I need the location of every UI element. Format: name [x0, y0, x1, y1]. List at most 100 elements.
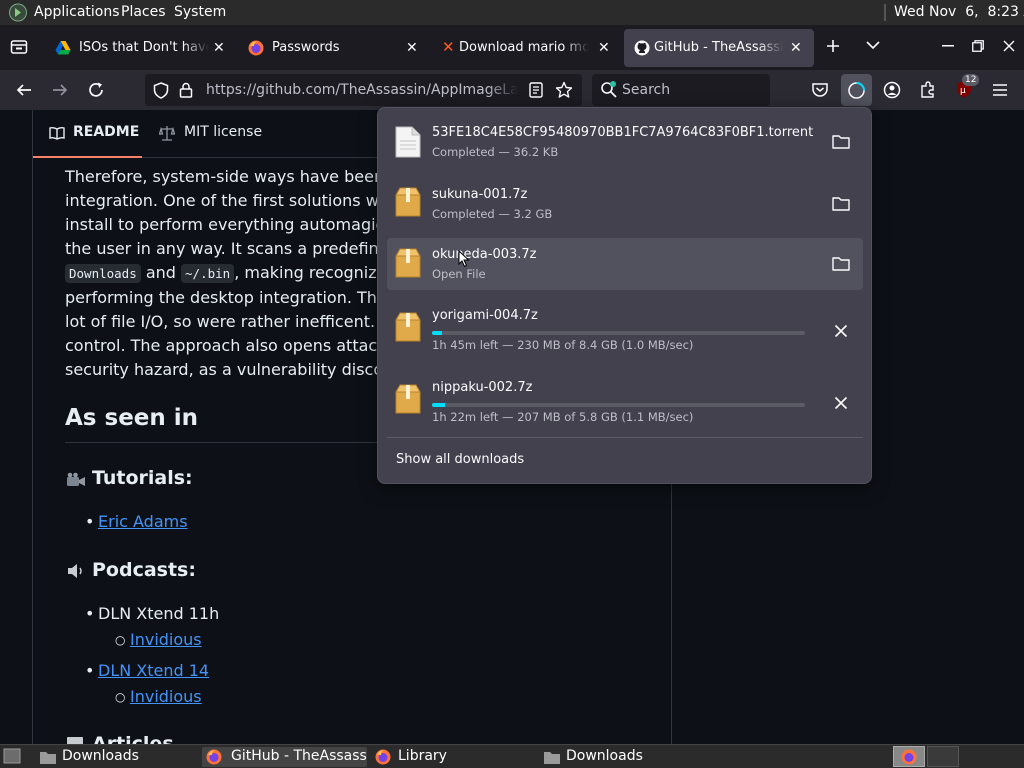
new-tab-icon[interactable]	[825, 38, 841, 54]
tab-download-mario[interactable]: ✕ Download mario movie ✕	[432, 29, 622, 67]
firefox-view-icon[interactable]	[10, 38, 28, 56]
account-icon[interactable]	[883, 81, 901, 99]
workspace-switcher[interactable]	[893, 746, 925, 767]
search-icon	[600, 81, 618, 99]
menu-applications[interactable]: Applications	[34, 4, 120, 20]
download-item[interactable]: okuneda-003.7z Open File	[387, 238, 863, 290]
download-item[interactable]: sukuna-001.7z Completed — 3.2 GB	[387, 178, 863, 230]
forward-icon[interactable]	[51, 81, 69, 99]
close-icon[interactable]: ✕	[790, 40, 802, 56]
sub-list-bullet: ○	[115, 690, 126, 704]
firefox-icon	[901, 749, 917, 765]
download-status: Completed — 36.2 KB	[432, 145, 559, 159]
tab-readme[interactable]: README	[33, 110, 142, 158]
download-status: 1h 22m left — 207 MB of 5.8 GB (1.1 MB/s…	[432, 410, 694, 424]
taskbar-label: GitHub - TheAssassi...	[231, 748, 366, 764]
download-filename: yorigami-004.7z	[432, 308, 538, 323]
hamburger-menu-icon[interactable]	[992, 82, 1008, 98]
folder-icon[interactable]	[829, 130, 853, 154]
mouse-cursor-icon	[458, 250, 470, 268]
folder-icon[interactable]	[829, 252, 853, 276]
menu-system[interactable]: System	[174, 4, 226, 20]
tab-github[interactable]: GitHub - TheAssassin/A ✕	[624, 29, 814, 67]
heading-podcasts: Podcasts:	[92, 559, 196, 581]
tab-license[interactable]: MIT license	[155, 110, 265, 158]
restore-icon[interactable]	[972, 40, 984, 52]
tab-isos[interactable]: ISOs that Don't haven't ✕	[45, 29, 235, 67]
document-file-icon	[395, 126, 421, 158]
law-scale-icon	[159, 125, 175, 141]
menu-places[interactable]: Places	[121, 4, 166, 20]
download-filename: nippaku-002.7z	[432, 380, 533, 395]
bookmark-star-icon[interactable]	[555, 81, 573, 99]
lock-icon[interactable]	[179, 82, 193, 98]
archive-file-icon	[394, 248, 422, 278]
show-all-downloads-button[interactable]: Show all downloads	[387, 446, 863, 476]
close-icon[interactable]: ✕	[213, 40, 225, 56]
downloads-button[interactable]	[841, 74, 872, 106]
list-item: •	[85, 512, 95, 531]
heading-tutorials: Tutorials:	[92, 467, 193, 489]
taskbar-item-github[interactable]: GitHub - TheAssassi...	[202, 747, 367, 767]
code-downloads: Downloads	[65, 264, 141, 283]
camera-icon	[66, 472, 86, 488]
pocket-icon[interactable]	[811, 81, 829, 99]
download-item[interactable]: nippaku-002.7z 1h 22m left — 207 MB of 5…	[387, 372, 863, 424]
url-text[interactable]: https://github.com/TheAssassin/AppImageL…	[206, 82, 518, 98]
google-drive-icon	[55, 40, 71, 56]
back-icon[interactable]	[15, 81, 33, 99]
show-all-label: Show all downloads	[396, 452, 525, 467]
minimize-icon[interactable]	[942, 45, 954, 47]
show-desktop-icon[interactable]	[3, 748, 21, 764]
clock[interactable]: Wed Nov 6, 8:23 AM	[894, 4, 1024, 20]
download-progress-bar	[432, 403, 805, 407]
close-icon[interactable]: ✕	[406, 40, 418, 56]
cancel-icon[interactable]	[829, 391, 853, 415]
progress-fill	[432, 331, 443, 335]
taskbar-label: Downloads	[566, 748, 643, 764]
extensions-icon[interactable]	[919, 80, 937, 99]
tab-title: Passwords	[272, 40, 340, 55]
list-all-tabs-icon[interactable]	[866, 40, 880, 50]
tab-passwords[interactable]: Passwords ✕	[238, 29, 428, 67]
list-item: •	[85, 661, 95, 680]
download-item[interactable]: yorigami-004.7z 1h 45m left — 230 MB of …	[387, 300, 863, 352]
podcast-link[interactable]: Invidious	[130, 628, 202, 652]
taskbar-item-downloads-2[interactable]: Downloads	[540, 747, 700, 767]
close-icon[interactable]: ✕	[598, 40, 610, 56]
close-window-icon[interactable]	[1003, 40, 1015, 52]
folder-icon	[39, 750, 57, 765]
distro-logo-icon[interactable]	[8, 3, 28, 22]
archive-file-icon	[394, 384, 422, 414]
list-item: •	[85, 604, 95, 623]
readme-label: README	[73, 124, 140, 140]
download-item[interactable]: 53FE18C4E58CF95480970BB1FC7A9764C83F0BF1…	[387, 116, 863, 168]
top-panel: Applications Places System Wed Nov 6, 8:…	[0, 0, 1024, 25]
tracking-protection-icon[interactable]	[153, 82, 169, 99]
taskbar-label: Library	[398, 748, 447, 764]
archive-file-icon	[394, 187, 422, 217]
folder-icon	[543, 750, 561, 765]
downloads-progress-icon	[847, 81, 866, 100]
podcast-title: DLN Xtend 11h	[98, 604, 220, 623]
downloads-panel: 53FE18C4E58CF95480970BB1FC7A9764C83F0BF1…	[377, 107, 872, 484]
taskbar-item-downloads[interactable]: Downloads	[36, 747, 196, 767]
firefox-icon	[375, 749, 391, 765]
url-bar[interactable]: https://github.com/TheAssassin/AppImageL…	[145, 74, 582, 106]
reload-icon[interactable]	[87, 81, 105, 99]
tutorial-link[interactable]: Eric Adams	[98, 510, 188, 534]
workspace-2[interactable]	[927, 746, 959, 767]
progress-fill	[432, 403, 446, 407]
search-bar[interactable]: Search	[592, 74, 770, 106]
taskbar-item-library[interactable]: Library	[372, 747, 532, 767]
cancel-icon[interactable]	[829, 319, 853, 343]
download-filename: 53FE18C4E58CF95480970BB1FC7A9764C83F0BF1…	[432, 125, 814, 140]
podcast-link[interactable]: Invidious	[130, 685, 202, 709]
download-filename: sukuna-001.7z	[432, 187, 528, 202]
firefox-icon	[248, 40, 264, 56]
podcast-link[interactable]: DLN Xtend 14	[98, 659, 209, 683]
download-progress-bar	[432, 331, 805, 335]
folder-icon[interactable]	[829, 192, 853, 216]
reader-view-icon[interactable]	[529, 82, 543, 98]
tab-title: Download mario movie	[459, 40, 589, 55]
